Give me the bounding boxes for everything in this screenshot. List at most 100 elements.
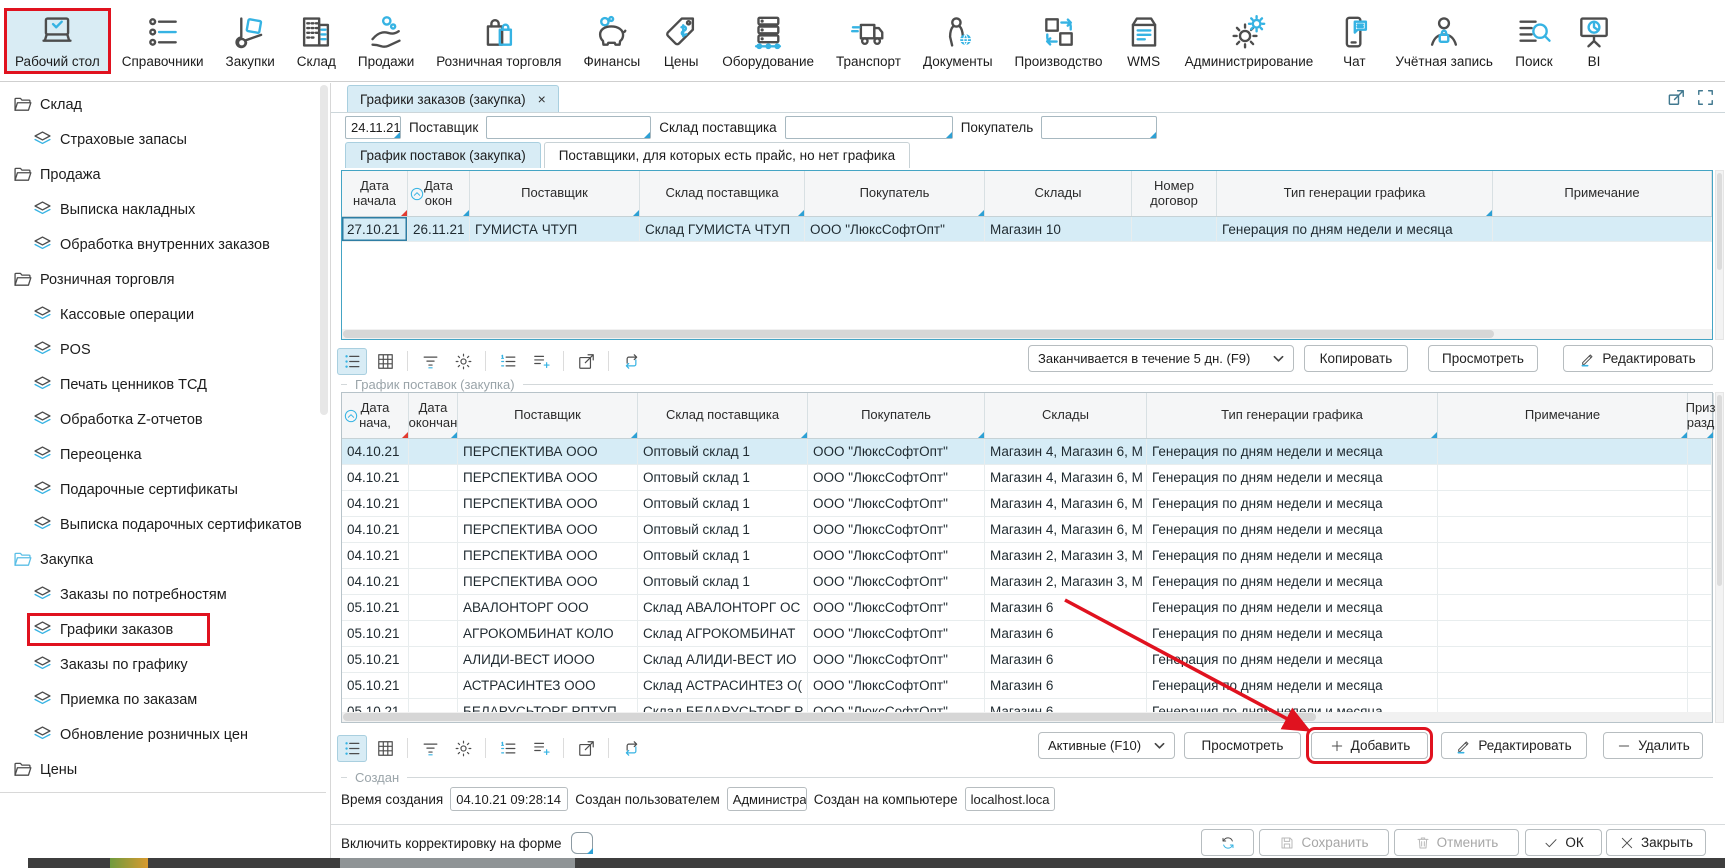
nav-item-prices[interactable]: Цены — [653, 10, 709, 72]
tree-entry[interactable]: Приемка по заказам — [30, 686, 201, 713]
cell[interactable]: Склад АСТРАСИНТЕЗ О( — [638, 673, 808, 698]
cell[interactable] — [409, 543, 458, 568]
cell[interactable]: Генерация по дням недели и месяца — [1147, 491, 1438, 516]
form-correction-checkbox[interactable] — [571, 832, 593, 854]
cell[interactable]: Магазин 6 — [985, 673, 1147, 698]
tree-item-18[interactable]: Обновление розничных цен — [0, 717, 330, 752]
tree-item-9[interactable]: Обработка Z-отчетов — [0, 402, 330, 437]
list-view-button[interactable] — [337, 735, 367, 762]
cell[interactable]: Генерация по дням недели и месяца — [1147, 569, 1438, 594]
tree-item-10[interactable]: Переоценка — [0, 437, 330, 472]
cell[interactable]: Генерация по дням недели и месяца — [1147, 621, 1438, 646]
column-header[interactable]: Примечание — [1493, 171, 1712, 216]
cell[interactable]: ПЕРСПЕКТИВА ООО — [458, 465, 638, 490]
cell[interactable]: ООО "ЛюксСофтОпт" — [808, 491, 985, 516]
cell[interactable]: 05.10.21 — [342, 621, 409, 646]
cell[interactable] — [1132, 217, 1217, 241]
cell[interactable] — [1688, 491, 1712, 516]
cell[interactable]: 04.10.21 — [342, 465, 409, 490]
column-header[interactable]: Дата окончан — [409, 393, 458, 438]
cell[interactable] — [409, 595, 458, 620]
cell[interactable] — [1688, 647, 1712, 672]
open-external-button[interactable] — [571, 735, 601, 762]
add-button[interactable]: Добавить — [1311, 732, 1428, 759]
column-header[interactable]: Поставщик — [458, 393, 638, 438]
cell[interactable] — [1438, 465, 1688, 490]
cell[interactable]: Оптовый склад 1 — [638, 465, 808, 490]
cell[interactable]: Генерация по дням недели и месяца — [1147, 543, 1438, 568]
tree-group-5[interactable]: Розничная торговля — [0, 262, 330, 297]
cell[interactable]: ООО "ЛюксСофтОпт" — [808, 621, 985, 646]
cell[interactable]: ООО "ЛюксСофтОпт" — [808, 647, 985, 672]
cell[interactable]: АВАЛОНТОРГ ООО — [458, 595, 638, 620]
cell[interactable] — [1688, 517, 1712, 542]
cell[interactable]: Склад БЕЛАРУСЬТОРГ Р — [638, 699, 808, 712]
cell[interactable]: Магазин 4, Магазин 6, М — [985, 491, 1147, 516]
cell[interactable]: 05.10.21 — [342, 647, 409, 672]
nav-item-documents[interactable]: Документы — [914, 10, 1002, 72]
table-row[interactable]: 04.10.21ПЕРСПЕКТИВА ООООптовый склад 1ОО… — [342, 465, 1712, 491]
tree-item-17[interactable]: Приемка по заказам — [0, 682, 330, 717]
tree-entry[interactable]: Закупка — [10, 546, 97, 573]
copy-button[interactable]: Копировать — [1304, 345, 1408, 372]
view-button[interactable]: Просмотреть — [1184, 732, 1301, 759]
nav-item-desktop[interactable]: Рабочий стол — [6, 10, 109, 72]
cell[interactable]: Оптовый склад 1 — [638, 491, 808, 516]
tree-item-11[interactable]: Подарочные сертификаты — [0, 472, 330, 507]
cell[interactable]: Склад АВАЛОНТОРГ ОС — [638, 595, 808, 620]
cell[interactable]: Генерация по дням недели и месяца — [1217, 217, 1493, 241]
cell[interactable]: Магазин 6 — [985, 621, 1147, 646]
cell[interactable]: 05.10.21 — [342, 595, 409, 620]
tree-entry[interactable]: Обработка внутренних заказов — [30, 231, 274, 258]
tab-order-schedules[interactable]: Графики заказов (закупка) × — [347, 85, 559, 112]
tree-entry[interactable]: Графики заказов — [30, 616, 207, 643]
horizontal-scrollbar[interactable] — [342, 329, 1712, 339]
cell[interactable]: Магазин 4, Магазин 6, М — [985, 517, 1147, 542]
column-header[interactable]: Тип генерации графика — [1147, 393, 1438, 438]
nav-item-finance[interactable]: Финансы — [575, 10, 650, 72]
tree-entry[interactable]: Переоценка — [30, 441, 146, 468]
tree-item-3[interactable]: Выписка накладных — [0, 192, 330, 227]
tree-group-2[interactable]: Продажа — [0, 157, 330, 192]
cell[interactable]: Магазин 6 — [985, 595, 1147, 620]
nav-item-transport[interactable]: Транспорт — [827, 10, 910, 72]
cell[interactable]: ПЕРСПЕКТИВА ООО — [458, 543, 638, 568]
cell[interactable] — [1688, 621, 1712, 646]
column-header[interactable]: Примечание — [1438, 393, 1688, 438]
cell[interactable] — [409, 699, 458, 712]
cell[interactable]: 04.10.21 — [342, 517, 409, 542]
cell[interactable]: Магазин 4, Магазин 6, М — [985, 465, 1147, 490]
tree-item-14[interactable]: Заказы по потребностям — [0, 577, 330, 612]
open-in-window-button[interactable] — [1667, 88, 1686, 112]
cell[interactable]: ООО "ЛюксСофтОпт" — [808, 517, 985, 542]
nav-item-chat[interactable]: Чат — [1326, 10, 1382, 72]
tree-entry[interactable]: Продажа — [10, 161, 105, 188]
tree-item-7[interactable]: POS — [0, 332, 330, 367]
tree-entry[interactable]: Обновление розничных цен — [30, 721, 252, 748]
filter-input[interactable] — [1041, 116, 1157, 139]
cell[interactable] — [409, 439, 458, 464]
cell[interactable] — [1688, 465, 1712, 490]
cell[interactable] — [1438, 491, 1688, 516]
tree-entry[interactable]: Выписка накладных — [30, 196, 199, 223]
cell[interactable] — [409, 647, 458, 672]
delete-button[interactable]: Удалить — [1603, 732, 1703, 759]
cell[interactable]: АЛИДИ-ВЕСТ ИООО — [458, 647, 638, 672]
cell[interactable]: ООО "ЛюксСофтОпт" — [808, 569, 985, 594]
cell[interactable]: Склад ГУМИСТА ЧТУП — [640, 217, 805, 241]
cell[interactable]: Магазин 6 — [985, 647, 1147, 672]
cell[interactable] — [1688, 543, 1712, 568]
filter-input[interactable] — [785, 116, 953, 139]
cell[interactable]: 04.10.21 — [342, 569, 409, 594]
ok-button[interactable]: ОК — [1525, 829, 1602, 856]
column-header[interactable]: Поставщик — [470, 171, 640, 216]
nav-item-references[interactable]: Справочники — [113, 10, 213, 72]
cell[interactable]: Генерация по дням недели и месяца — [1147, 465, 1438, 490]
tree-item-1[interactable]: Страховые запасы — [0, 122, 330, 157]
table-row[interactable]: 04.10.21ПЕРСПЕКТИВА ООООптовый склад 1ОО… — [342, 439, 1712, 465]
cell[interactable]: Генерация по дням недели и месяца — [1147, 647, 1438, 672]
filter-button[interactable] — [415, 735, 445, 762]
cell[interactable]: АГРОКОМБИНАТ КОЛО — [458, 621, 638, 646]
grid-view-button[interactable] — [370, 348, 400, 375]
subtab-0[interactable]: График поставок (закупка) — [345, 142, 541, 168]
